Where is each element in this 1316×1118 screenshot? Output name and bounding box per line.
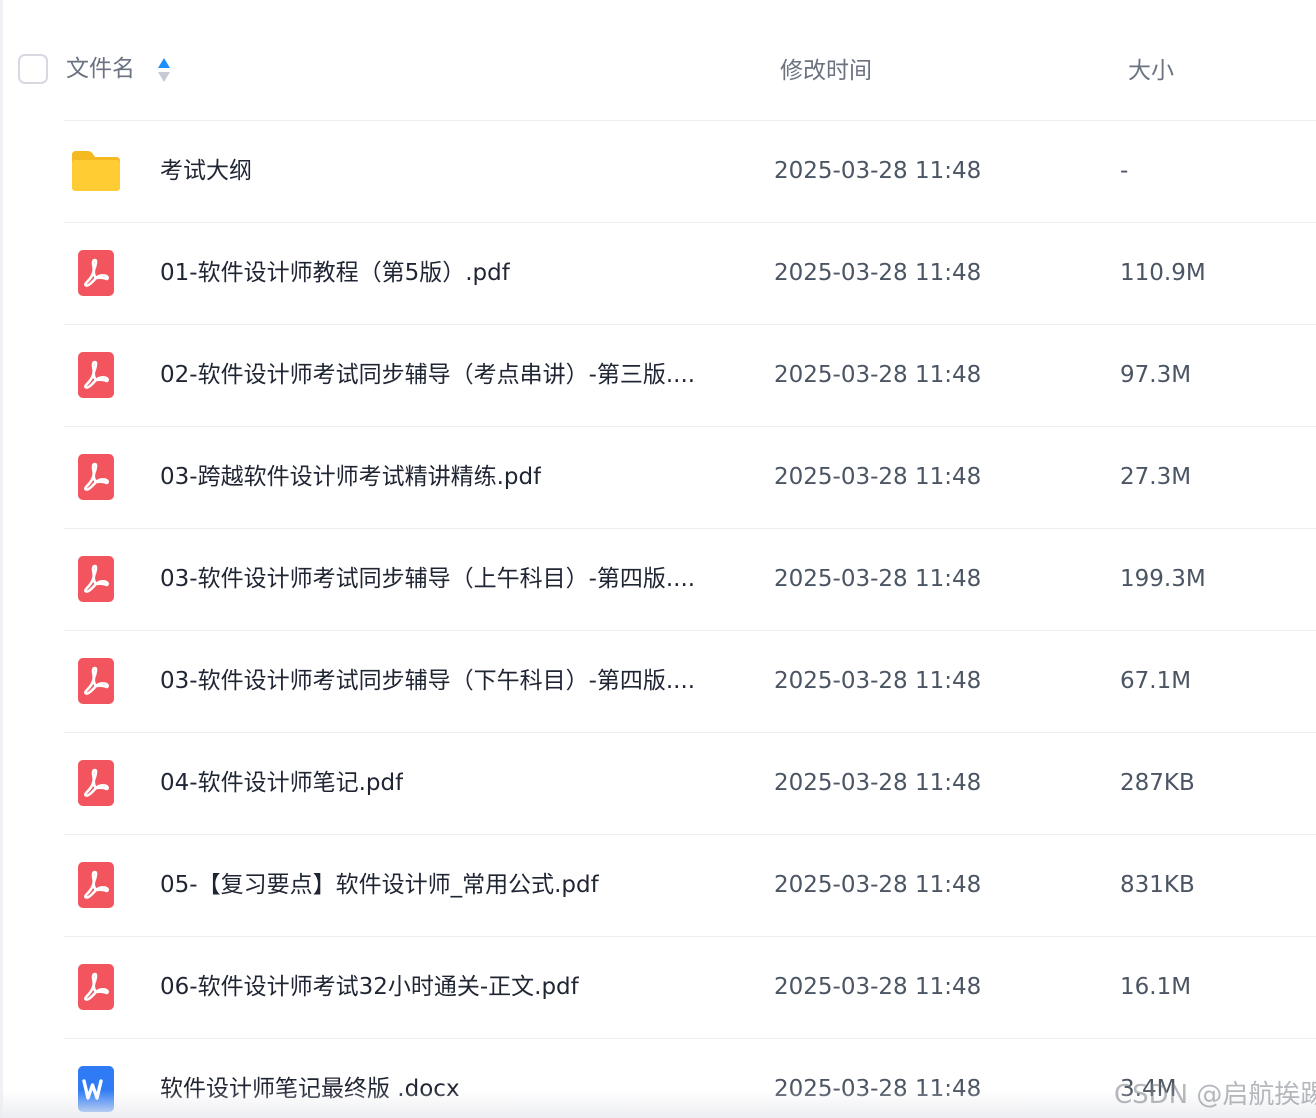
file-row[interactable]: 03-跨越软件设计师考试精讲精练.pdf 2025-03-28 11:48 27.3… [64,426,1316,528]
file-name[interactable]: 软件设计师笔记最终版 .docx [160,1072,460,1106]
file-name[interactable]: 02-软件设计师考试同步辅导（考点串讲）-第三版.... [160,358,695,392]
column-header-name[interactable]: 文件名 [66,54,135,84]
word-file-icon [70,1063,122,1115]
file-name[interactable]: 01-软件设计师教程（第5版）.pdf [160,256,510,290]
file-modified-time: 2025-03-28 11:48 [774,668,982,694]
file-modified-time: 2025-03-28 11:48 [774,260,982,286]
file-modified-time: 2025-03-28 11:48 [774,770,982,796]
file-row[interactable]: 02-软件设计师考试同步辅导（考点串讲）-第三版.... 2025-03-28 1… [64,324,1316,426]
file-modified-time: 2025-03-28 11:48 [774,872,982,898]
pdf-file-icon [70,655,122,707]
select-all-checkbox[interactable] [18,54,48,84]
file-size: 110.9M [1120,260,1206,286]
file-row[interactable]: 05-【复习要点】软件设计师_常用公式.pdf 2025-03-28 11:48 8… [64,834,1316,936]
file-modified-time: 2025-03-28 11:48 [774,362,982,388]
file-row[interactable]: 考试大纲 2025-03-28 11:48 - [64,120,1316,222]
file-row[interactable]: 03-软件设计师考试同步辅导（上午科目）-第四版.... 2025-03-28 1… [64,528,1316,630]
file-size: 287KB [1120,770,1195,796]
file-size: - [1120,158,1129,184]
file-size: 199.3M [1120,566,1206,592]
file-list-header: 文件名 修改时间 大小 [0,0,1316,120]
sort-icon[interactable] [156,56,172,84]
file-name[interactable]: 03-跨越软件设计师考试精讲精练.pdf [160,460,541,494]
file-name[interactable]: 03-软件设计师考试同步辅导（下午科目）-第四版.... [160,664,695,698]
file-row[interactable]: 04-软件设计师笔记.pdf 2025-03-28 11:48 287KB [64,732,1316,834]
file-name[interactable]: 03-软件设计师考试同步辅导（上午科目）-第四版.... [160,562,695,596]
pdf-file-icon [70,247,122,299]
watermark: CSDN @启航挨踢 [1114,1080,1316,1110]
file-size: 97.3M [1120,362,1192,388]
file-list-page: 文件名 修改时间 大小 考试大纲 2025-03-28 11:48 - 01-软件设计… [0,0,1316,1118]
file-name[interactable]: 05-【复习要点】软件设计师_常用公式.pdf [160,868,599,902]
pdf-file-icon [70,859,122,911]
file-row[interactable]: 01-软件设计师教程（第5版）.pdf 2025-03-28 11:48 110.9… [64,222,1316,324]
pdf-file-icon [70,451,122,503]
pdf-file-icon [70,553,122,605]
file-modified-time: 2025-03-28 11:48 [774,974,982,1000]
file-modified-time: 2025-03-28 11:48 [774,464,982,490]
pdf-file-icon [70,349,122,401]
pdf-file-icon [70,757,122,809]
file-modified-time: 2025-03-28 11:48 [774,566,982,592]
file-name[interactable]: 06-软件设计师考试32小时通关-正文.pdf [160,970,579,1004]
file-size: 16.1M [1120,974,1192,1000]
file-modified-time: 2025-03-28 11:48 [774,158,982,184]
folder-icon [70,145,122,197]
left-divider [0,0,3,1118]
file-size: 27.3M [1120,464,1192,490]
file-modified-time: 2025-03-28 11:48 [774,1076,982,1102]
file-row[interactable]: 03-软件设计师考试同步辅导（下午科目）-第四版.... 2025-03-28 1… [64,630,1316,732]
file-row[interactable]: 06-软件设计师考试32小时通关-正文.pdf 2025-03-28 11:48 1… [64,936,1316,1038]
file-size: 831KB [1120,872,1195,898]
pdf-file-icon [70,961,122,1013]
file-name[interactable]: 考试大纲 [160,154,252,188]
column-header-modified-time[interactable]: 修改时间 [780,56,872,86]
file-size: 67.1M [1120,668,1192,694]
column-header-size[interactable]: 大小 [1128,56,1174,86]
file-name[interactable]: 04-软件设计师笔记.pdf [160,766,403,800]
